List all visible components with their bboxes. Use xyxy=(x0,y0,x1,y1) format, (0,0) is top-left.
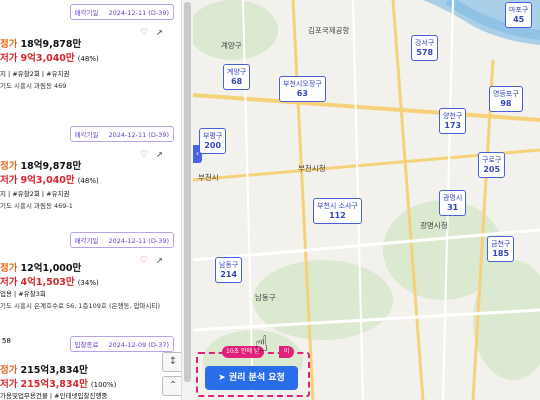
place-label: 부천시청 xyxy=(298,164,326,173)
place-label: 남동구 xyxy=(255,293,276,302)
district-marker[interactable]: 남동구 214 xyxy=(215,257,243,283)
share-icon[interactable]: ↗ xyxy=(156,28,163,38)
status-badge: 입찰종료 2024-12-09 (D-37) xyxy=(69,336,174,352)
send-icon: ➤ xyxy=(218,373,229,383)
heart-icon[interactable]: ♡ xyxy=(140,256,148,266)
share-icon[interactable]: ↗ xyxy=(156,150,163,160)
listing-card[interactable]: 매각기일 2024-12-11 (D-39) ♡ ↗ 정가 12억1,000만 저… xyxy=(0,228,178,332)
listing-card[interactable]: 58 입찰종료 2024-12-09 (D-37) 정가 215억3,834만 저… xyxy=(0,332,178,400)
status-badge: 매각기일 2024-12-11 (D-39) xyxy=(69,4,174,20)
map[interactable]: 김포국제공항 계양구 부천시청 부천시 광명시청 남동구 ‹ 마포구 45 강서구… xyxy=(193,0,540,400)
heart-icon[interactable]: ♡ xyxy=(140,28,148,38)
district-marker[interactable]: 부천시오정구 63 xyxy=(279,76,326,102)
place-label: 부천시 xyxy=(198,173,219,182)
address: 기도 시흥시 과림동 469 xyxy=(0,82,67,90)
status-badge: 매각기일 2024-12-11 (D-39) xyxy=(69,126,174,142)
pointer-hand-icon: ☝ xyxy=(255,332,269,357)
tag-list: 지 | #유찰2회 | #유치권 xyxy=(0,190,70,198)
district-marker[interactable]: 강서구 578 xyxy=(411,35,439,61)
place-label: 계양구 xyxy=(221,41,242,50)
listing-panel: 매각기일 2024-12-11 (D-39) ♡ ↗ 정가 18억9,878만 저… xyxy=(0,0,193,400)
status-badge: 매각기일 2024-12-11 (D-39) xyxy=(69,232,174,248)
rights-analysis-request-button[interactable]: ➤ 권리 분석 요청 xyxy=(205,366,298,390)
district-marker[interactable]: 마포구 45 xyxy=(505,2,533,28)
district-marker[interactable]: 부평구 200 xyxy=(199,128,227,154)
listing-card[interactable]: 매각기일 2024-12-11 (D-39) ♡ ↗ 정가 18억9,878만 저… xyxy=(0,122,178,230)
district-marker[interactable]: 영등포구 98 xyxy=(489,86,523,112)
district-marker[interactable]: 계양구 68 xyxy=(223,64,251,90)
scrollbar-thumb[interactable] xyxy=(184,2,191,382)
chevron-up-icon: ⌃ xyxy=(168,380,178,391)
address: 기도 시흥시 과림동 469-1 xyxy=(0,202,73,210)
share-icon[interactable]: ↗ xyxy=(156,256,163,266)
scrollbar[interactable] xyxy=(181,0,193,400)
tag-list: 가용및업무용건물 | #인테넷입찰진행중 xyxy=(0,392,108,400)
district-marker[interactable]: 구로구 205 xyxy=(478,152,506,178)
district-marker[interactable]: 광명시 31 xyxy=(439,190,467,216)
district-marker[interactable]: 금천구 185 xyxy=(487,236,515,262)
place-label: 광명시청 xyxy=(420,221,448,230)
tag-list: 업용 | #유찰3회 xyxy=(0,290,46,298)
map-background xyxy=(193,0,540,400)
district-marker[interactable]: 부천시 소사구 112 xyxy=(313,198,362,224)
heart-icon[interactable]: ♡ xyxy=(140,150,148,160)
promo-badge-tail: 이 xyxy=(279,346,294,358)
tag-list: 지 | #유찰2회 | #유치권 xyxy=(0,70,70,78)
address: 기도 시흥시 은계호수로 56, 1층109호 (은행동, 압파시티) xyxy=(0,302,161,310)
listing-card[interactable]: 매각기일 2024-12-11 (D-39) ♡ ↗ 정가 18억9,878만 저… xyxy=(0,0,178,108)
place-label: 김포국제공항 xyxy=(308,26,350,35)
district-marker[interactable]: 양천구 173 xyxy=(439,108,467,134)
sort-icon: ↕ xyxy=(168,356,178,367)
